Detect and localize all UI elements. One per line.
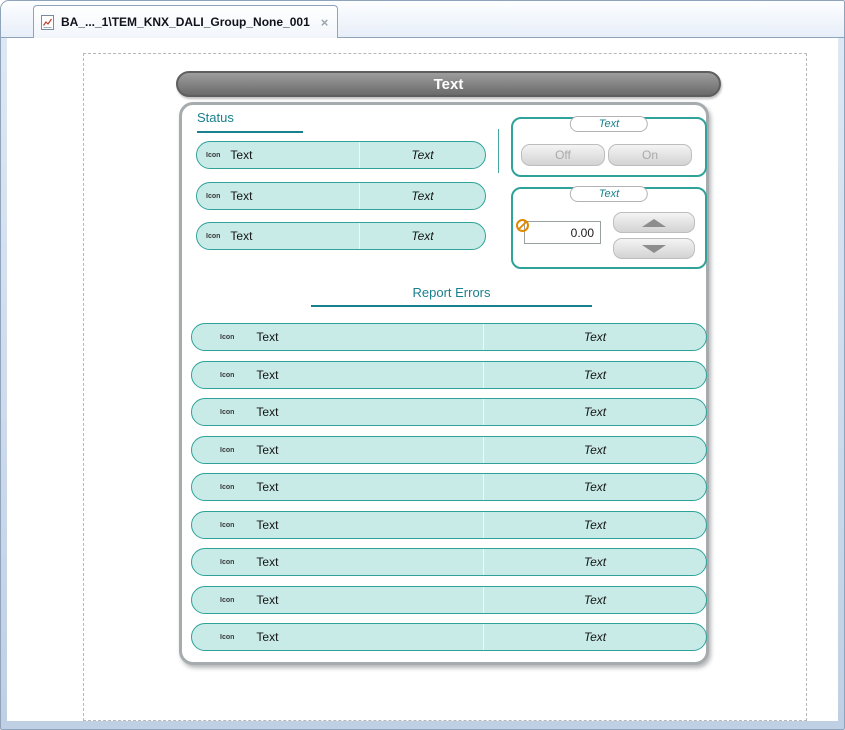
report-row-left: Icon Text — [192, 512, 484, 538]
status-row-left: Icon Text — [197, 183, 360, 209]
report-row-left: Icon Text — [192, 587, 484, 613]
status-row[interactable]: Icon Text Text — [196, 182, 486, 210]
report-row[interactable]: Icon Text Text — [191, 473, 707, 501]
status-section-title: Status — [197, 110, 303, 133]
icon-placeholder: Icon — [220, 409, 234, 416]
design-canvas: Text Status Icon Text Text Icon Text Tex… — [7, 38, 838, 721]
triangle-up-icon — [642, 219, 666, 227]
status-row-label: Text — [230, 189, 252, 203]
report-row-left: Icon Text — [192, 549, 484, 575]
tab-close-icon[interactable]: × — [321, 15, 329, 30]
decrement-button[interactable] — [613, 238, 695, 259]
tab-strip: BA_..._1\TEM_KNX_DALI_Group_None_001 × — [1, 1, 844, 38]
report-row-value: Text — [484, 330, 706, 344]
status-row[interactable]: Icon Text Text — [196, 141, 486, 169]
report-section-title: Report Errors — [311, 285, 592, 307]
document-tab[interactable]: BA_..._1\TEM_KNX_DALI_Group_None_001 × — [33, 5, 338, 38]
report-row-label: Text — [256, 443, 278, 457]
status-row[interactable]: Icon Text Text — [196, 222, 486, 250]
report-row[interactable]: Icon Text Text — [191, 548, 707, 576]
report-row[interactable]: Icon Text Text — [191, 511, 707, 539]
report-row-value: Text — [484, 405, 706, 419]
report-row-value: Text — [484, 368, 706, 382]
report-row-left: Icon Text — [192, 362, 484, 388]
report-row[interactable]: Icon Text Text — [191, 323, 707, 351]
forbidden-icon — [516, 219, 529, 232]
report-row-label: Text — [256, 555, 278, 569]
report-row-left: Icon Text — [192, 624, 484, 650]
report-row-label: Text — [256, 518, 278, 532]
icon-placeholder: Icon — [206, 152, 220, 159]
report-row-label: Text — [256, 330, 278, 344]
status-row-left: Icon Text — [197, 223, 360, 249]
header-widget[interactable]: Text — [176, 71, 721, 97]
icon-placeholder: Icon — [220, 484, 234, 491]
status-row-value: Text — [360, 148, 485, 162]
increment-button[interactable] — [613, 212, 695, 233]
icon-placeholder: Icon — [220, 372, 234, 379]
report-row-left: Icon Text — [192, 399, 484, 425]
icon-placeholder: Icon — [220, 447, 234, 454]
app-window: BA_..._1\TEM_KNX_DALI_Group_None_001 × T… — [0, 0, 845, 730]
switch-group[interactable]: Text Off On — [511, 117, 707, 177]
icon-placeholder: Icon — [220, 559, 234, 566]
status-row-label: Text — [230, 229, 252, 243]
report-row-value: Text — [484, 555, 706, 569]
report-row-left: Icon Text — [192, 474, 484, 500]
report-row-label: Text — [256, 593, 278, 607]
status-row-label: Text — [230, 148, 252, 162]
value-group[interactable]: Text 0.00 — [511, 187, 707, 269]
report-row-label: Text — [256, 368, 278, 382]
report-row-left: Icon Text — [192, 324, 484, 350]
report-row-label: Text — [256, 405, 278, 419]
document-icon — [41, 15, 54, 30]
value-group-label: Text — [570, 186, 648, 202]
report-row[interactable]: Icon Text Text — [191, 398, 707, 426]
divider — [498, 129, 499, 173]
report-row-label: Text — [256, 480, 278, 494]
report-row[interactable]: Icon Text Text — [191, 361, 707, 389]
report-row-value: Text — [484, 443, 706, 457]
report-row[interactable]: Icon Text Text — [191, 586, 707, 614]
icon-placeholder: Icon — [220, 334, 234, 341]
status-row-value: Text — [360, 189, 485, 203]
report-row-left: Icon Text — [192, 437, 484, 463]
report-row-value: Text — [484, 518, 706, 532]
on-button[interactable]: On — [608, 144, 692, 166]
header-title: Text — [434, 76, 464, 93]
tab-title: BA_..._1\TEM_KNX_DALI_Group_None_001 — [61, 15, 310, 29]
status-row-left: Icon Text — [197, 142, 360, 168]
off-button[interactable]: Off — [521, 144, 605, 166]
report-row-value: Text — [484, 593, 706, 607]
icon-placeholder: Icon — [220, 597, 234, 604]
report-row-label: Text — [256, 630, 278, 644]
report-row-value: Text — [484, 630, 706, 644]
report-row[interactable]: Icon Text Text — [191, 623, 707, 651]
icon-placeholder: Icon — [206, 233, 220, 240]
value-field[interactable]: 0.00 — [524, 221, 601, 244]
report-row[interactable]: Icon Text Text — [191, 436, 707, 464]
main-panel[interactable]: Status Icon Text Text Icon Text Text Ico… — [179, 102, 709, 665]
switch-group-label: Text — [570, 116, 648, 132]
icon-placeholder: Icon — [220, 522, 234, 529]
icon-placeholder: Icon — [220, 634, 234, 641]
icon-placeholder: Icon — [206, 193, 220, 200]
report-row-value: Text — [484, 480, 706, 494]
status-row-value: Text — [360, 229, 485, 243]
triangle-down-icon — [642, 245, 666, 253]
